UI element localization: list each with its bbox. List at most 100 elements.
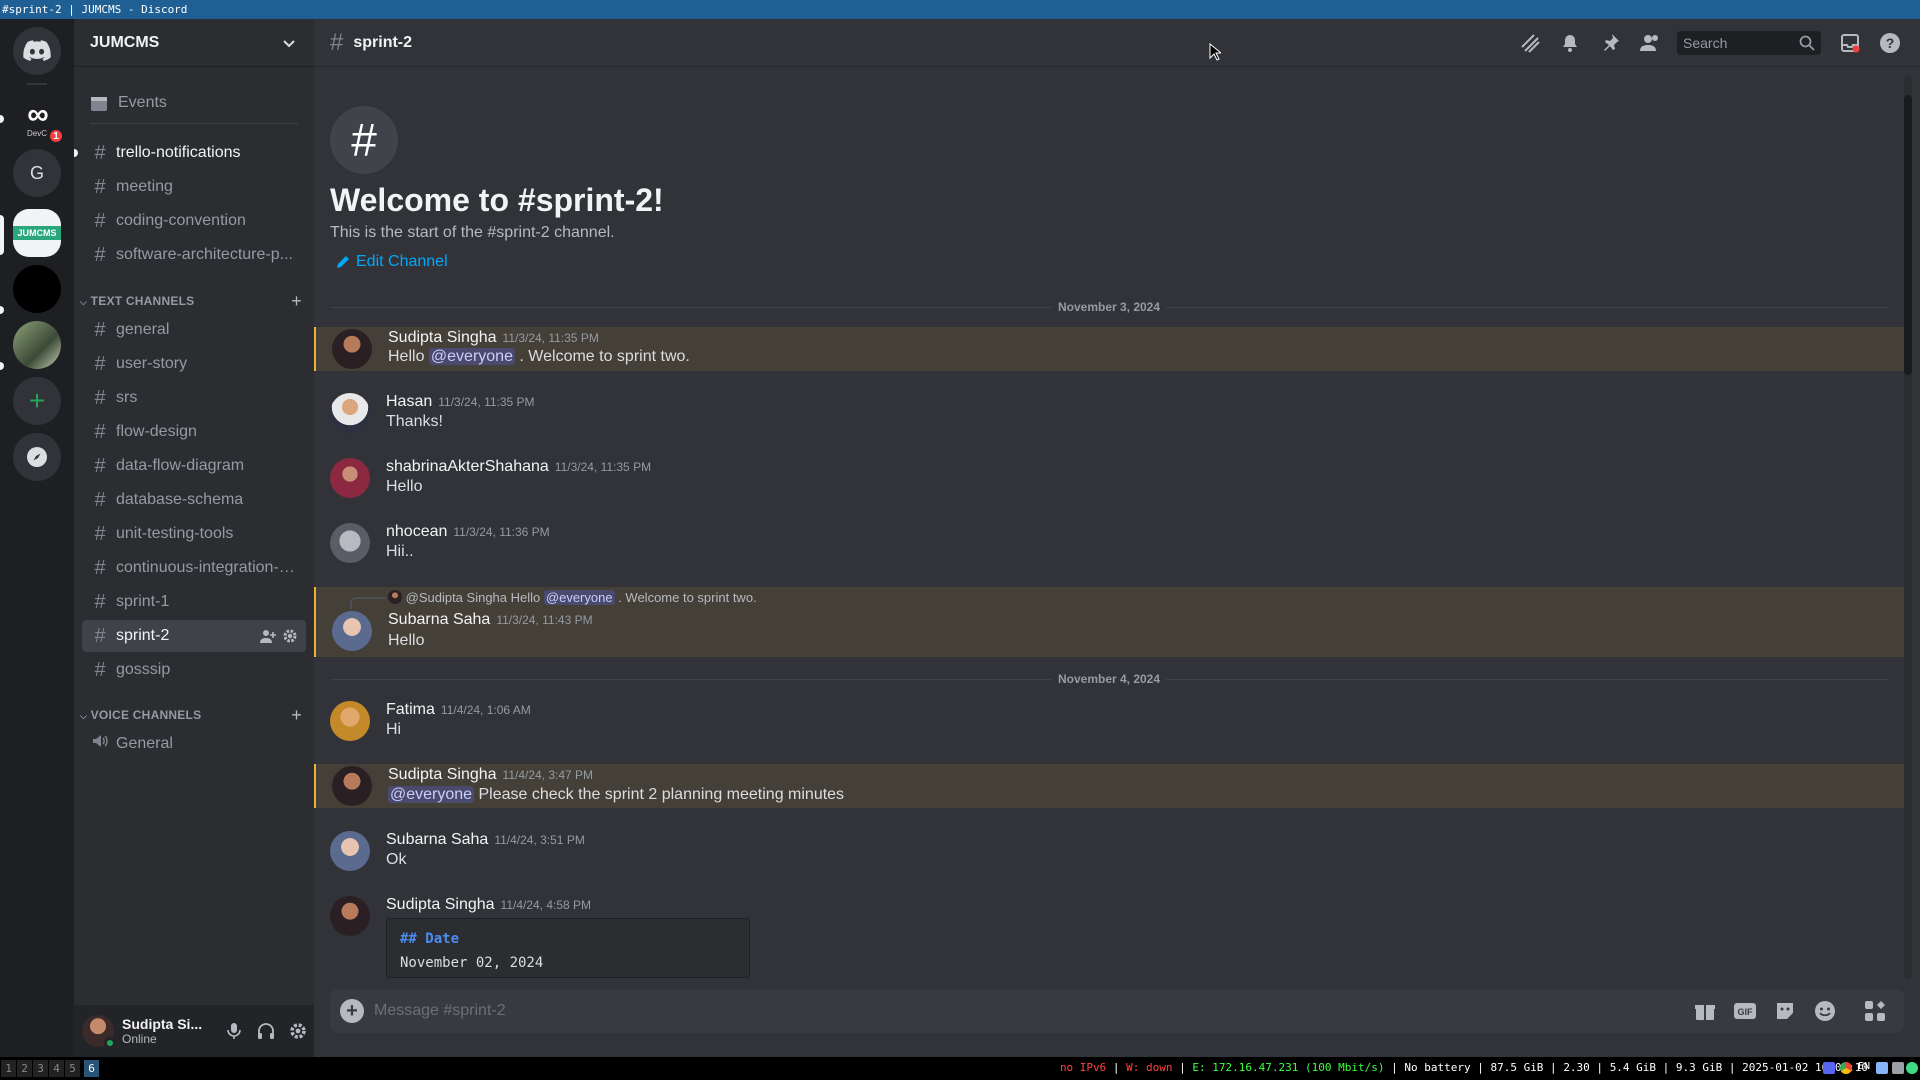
explore-button[interactable] xyxy=(13,433,61,481)
channel-trello-notifications[interactable]: # trello-notifications xyxy=(82,137,306,169)
language-indicator[interactable]: EN xyxy=(1858,1061,1870,1072)
avatar[interactable] xyxy=(330,393,370,433)
workspace-button[interactable]: 3 xyxy=(33,1060,48,1077)
invite-icon[interactable] xyxy=(260,628,276,649)
workspace-button[interactable]: 1 xyxy=(1,1060,16,1077)
member-list-icon[interactable] xyxy=(1638,31,1662,55)
guild-header[interactable]: JUMCMS xyxy=(74,19,314,67)
workspace-button[interactable]: 4 xyxy=(49,1060,64,1077)
attach-plus-button[interactable]: + xyxy=(340,999,364,1023)
channel-unit-testing-tools[interactable]: # unit-testing-tools xyxy=(82,518,306,550)
microphone-icon[interactable] xyxy=(218,1015,250,1047)
message[interactable]: Sudipta Singha 11/4/24, 3:47 PM @everyone… xyxy=(314,764,1904,808)
discord-tray-icon[interactable] xyxy=(1823,1062,1835,1074)
reply-preview[interactable]: @Sudipta Singha Hello @everyone . Welcom… xyxy=(388,590,757,605)
server-dark[interactable] xyxy=(13,265,61,313)
channel-user-story[interactable]: # user-story xyxy=(82,348,306,380)
settings-gear-icon[interactable] xyxy=(282,1015,314,1047)
server-photo[interactable] xyxy=(13,321,61,369)
channel-meeting[interactable]: # meeting xyxy=(82,171,306,203)
avatar[interactable] xyxy=(332,766,372,806)
message-author[interactable]: Sudipta Singha 11/4/24, 3:47 PM xyxy=(388,766,593,784)
message[interactable]: Sudipta Singha 11/4/24, 4:58 PM ## Date N… xyxy=(314,896,1904,987)
home-button[interactable] xyxy=(13,27,61,75)
help-icon[interactable]: ? xyxy=(1878,31,1902,55)
server-jumcms[interactable]: JUMCMS xyxy=(13,209,61,257)
channel-general[interactable]: # general xyxy=(82,314,306,346)
channel-flow-design[interactable]: # flow-design xyxy=(82,416,306,448)
avatar[interactable] xyxy=(330,458,370,498)
server-devc[interactable]: ∞ DevC 1 xyxy=(13,95,65,145)
message-author[interactable]: Sudipta Singha 11/4/24, 4:58 PM xyxy=(386,896,591,914)
channel-gosssip[interactable]: # gosssip xyxy=(82,654,306,686)
channel-sprint-2[interactable]: # sprint-2 xyxy=(82,620,306,652)
message-author[interactable]: shabrinaAkterShahana 11/3/24, 11:35 PM xyxy=(386,458,651,476)
category-voice-channels[interactable]: ⌵ VOICE CHANNELS + xyxy=(78,705,310,725)
chrome-tray-icon[interactable] xyxy=(1840,1062,1852,1074)
create-channel-icon[interactable]: + xyxy=(291,705,302,726)
message[interactable]: Hasan 11/3/24, 11:35 PM Thanks! xyxy=(314,393,1904,437)
message[interactable]: Subarna Saha 11/4/24, 3:51 PM Ok xyxy=(314,831,1904,875)
mention[interactable]: @everyone xyxy=(388,786,475,803)
avatar[interactable] xyxy=(332,329,372,369)
memory-status: 5.4 GiB | 9.3 GiB xyxy=(1609,1061,1723,1074)
speaker-icon xyxy=(90,732,110,756)
add-server-button[interactable]: + xyxy=(13,377,61,425)
channel-sprint-1[interactable]: # sprint-1 xyxy=(82,586,306,618)
avatar[interactable] xyxy=(330,701,370,741)
inbox-icon[interactable] xyxy=(1838,31,1862,55)
edit-channel-link[interactable]: Edit Channel xyxy=(336,253,448,271)
message-reply[interactable]: @Sudipta Singha Hello @everyone . Welcom… xyxy=(314,587,1904,657)
user-info[interactable]: Sudipta Si... Online xyxy=(122,1016,218,1046)
message[interactable]: Fatima 11/4/24, 1:06 AM Hi xyxy=(314,701,1904,745)
category-text-channels[interactable]: ⌵ TEXT CHANNELS + xyxy=(78,291,310,311)
gif-icon[interactable]: GIF xyxy=(1733,999,1757,1023)
display-tray-icon[interactable] xyxy=(1892,1062,1904,1074)
message-author[interactable]: Subarna Saha 11/3/24, 11:43 PM xyxy=(388,611,593,629)
mention[interactable]: @everyone xyxy=(428,348,515,365)
channel-srs[interactable]: # srs xyxy=(82,382,306,414)
avatar[interactable] xyxy=(332,611,372,651)
threads-icon[interactable] xyxy=(1518,31,1542,55)
gear-icon[interactable] xyxy=(282,628,298,649)
message[interactable]: shabrinaAkterShahana 11/3/24, 11:35 PM He… xyxy=(314,458,1904,502)
search-input[interactable]: Search xyxy=(1677,31,1821,55)
channel-continuous-integration[interactable]: # continuous-integration-t... xyxy=(82,552,306,584)
message-author[interactable]: nhocean 11/3/24, 11:36 PM xyxy=(386,523,550,541)
gift-icon[interactable] xyxy=(1693,999,1717,1023)
message-input[interactable] xyxy=(374,989,1674,1033)
message-author[interactable]: Subarna Saha 11/4/24, 3:51 PM xyxy=(386,831,585,849)
workspace-button[interactable]: 2 xyxy=(17,1060,32,1077)
channel-software-architecture[interactable]: # software-architecture-p... xyxy=(82,239,306,271)
voice-channel-general[interactable]: General xyxy=(82,728,306,760)
pin-icon[interactable] xyxy=(1598,31,1622,55)
emoji-icon[interactable] xyxy=(1813,999,1837,1023)
bell-icon[interactable] xyxy=(1558,31,1582,55)
channel-name: General xyxy=(116,735,173,752)
avatar[interactable] xyxy=(330,896,370,936)
workspace-button[interactable]: 5 xyxy=(65,1060,80,1077)
message-author[interactable]: Sudipta Singha 11/3/24, 11:35 PM xyxy=(388,329,599,347)
sticker-icon[interactable] xyxy=(1773,999,1797,1023)
events-item[interactable]: Events xyxy=(90,94,167,112)
workspace-button-active[interactable]: 6 xyxy=(84,1060,99,1077)
scrollbar[interactable] xyxy=(1904,75,1912,979)
avatar[interactable] xyxy=(330,831,370,871)
message-author[interactable]: Fatima 11/4/24, 1:06 AM xyxy=(386,701,531,719)
headphones-icon[interactable] xyxy=(250,1015,282,1047)
channel-name: user-story xyxy=(116,355,188,372)
create-channel-icon[interactable]: + xyxy=(291,291,302,312)
network-tray-icon[interactable] xyxy=(1876,1062,1888,1074)
message[interactable]: nhocean 11/3/24, 11:36 PM Hii.. xyxy=(314,523,1904,567)
avatar[interactable] xyxy=(82,1015,116,1049)
apps-icon[interactable] xyxy=(1863,999,1887,1023)
message-author[interactable]: Hasan 11/3/24, 11:35 PM xyxy=(386,393,535,411)
message[interactable]: Sudipta Singha 11/3/24, 11:35 PM Hello @e… xyxy=(314,327,1904,371)
channel-coding-convention[interactable]: # coding-convention xyxy=(82,205,306,237)
channel-data-flow-diagram[interactable]: # data-flow-diagram xyxy=(82,450,306,482)
server-g[interactable]: G xyxy=(13,149,61,197)
channel-database-schema[interactable]: # database-schema xyxy=(82,484,306,516)
scroll-thumb[interactable] xyxy=(1904,95,1912,375)
avatar[interactable] xyxy=(330,523,370,563)
status-tray-icon[interactable] xyxy=(1906,1062,1918,1074)
